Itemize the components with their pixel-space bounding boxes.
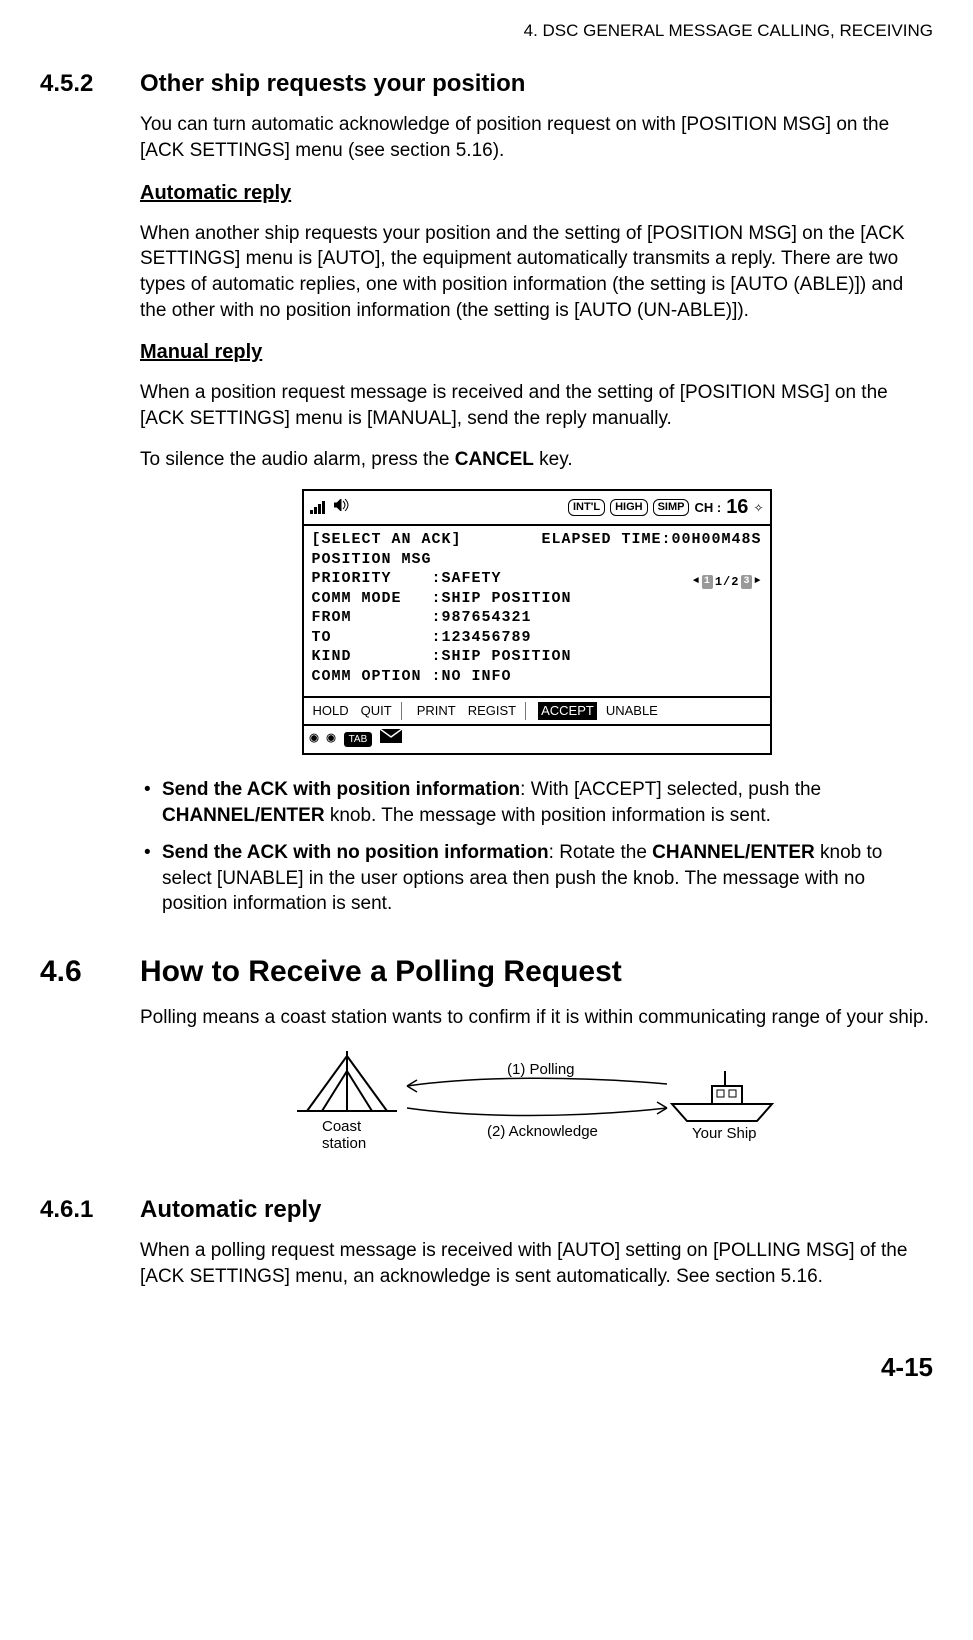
screen-menu: HOLD QUIT PRINT REGIST ACCEPT UNABLE: [304, 696, 770, 724]
menu-accept: ACCEPT: [538, 702, 597, 720]
high-pill: HIGH: [610, 499, 648, 516]
divider: [401, 702, 408, 720]
section-461-heading: 4.6.1 Automatic reply: [40, 1194, 933, 1226]
svg-text:(2) Acknowledge: (2) Acknowledge: [487, 1123, 598, 1140]
screen-status-bar: INT'L HIGH SIMP CH : 16 ✧: [304, 491, 770, 526]
menu-regist: REGIST: [465, 702, 519, 720]
section-num: 4.5.2: [40, 68, 140, 100]
circle-icon: ◉: [327, 729, 336, 749]
polling-diagram: Coast station Your Ship (1) Polling (2) …: [140, 1046, 933, 1164]
text: key.: [534, 449, 573, 470]
speaker-icon: [334, 497, 350, 517]
section-title: Automatic reply: [140, 1194, 321, 1226]
bold-lead: Send the ACK with position information: [162, 779, 520, 800]
auto-reply-polling-para: When a polling request message is receiv…: [140, 1238, 933, 1289]
channel-enter: CHANNEL/ENTER: [162, 805, 325, 826]
signal-icon: [310, 501, 325, 514]
bullet-item-1: Send the ACK with position information: …: [140, 777, 933, 828]
text: : With [ACCEPT] selected, push the: [520, 779, 821, 800]
section-title: How to Receive a Polling Request: [140, 952, 622, 993]
text: To silence the audio alarm, press the: [140, 449, 455, 470]
channel-enter: CHANNEL/ENTER: [652, 842, 815, 863]
tab-badge: TAB: [344, 732, 373, 748]
manual-reply-para-1: When a position request message is recei…: [140, 380, 933, 431]
page-indicator: ◄11/23►: [693, 574, 762, 590]
elapsed-time: ELAPSED TIME:00H00M48S: [541, 530, 761, 550]
coast-label: Coast: [322, 1118, 362, 1135]
envelope-icon: [380, 729, 402, 750]
bullet-list: Send the ACK with position information: …: [140, 777, 933, 917]
circle-icon: ◉: [310, 729, 319, 749]
bullet-item-2: Send the ACK with no position informatio…: [140, 840, 933, 917]
from-line: FROM :987654321: [312, 608, 762, 628]
section-num: 4.6.1: [40, 1194, 140, 1226]
svg-text:Your Ship: Your Ship: [692, 1125, 757, 1142]
text: : Rotate the: [549, 842, 653, 863]
select-ack-label: [SELECT AN ACK]: [312, 530, 462, 550]
section-num: 4.6: [40, 952, 140, 993]
page-header: 4. DSC GENERAL MESSAGE CALLING, RECEIVIN…: [40, 20, 933, 43]
menu-print: PRINT: [414, 702, 459, 720]
screen-body: [SELECT AN ACK] ELAPSED TIME:00H00M48S P…: [304, 526, 770, 696]
simp-pill: SIMP: [653, 499, 690, 516]
page-text: 1/2: [715, 574, 740, 590]
auto-reply-para: When another ship requests your position…: [140, 221, 933, 324]
to-line: TO :123456789: [312, 628, 762, 648]
page-number: 4-15: [40, 1350, 933, 1385]
section-title: Other ship requests your position: [140, 68, 525, 100]
svg-text:station: station: [322, 1135, 366, 1152]
auto-reply-heading: Automatic reply: [140, 180, 933, 207]
intl-pill: INT'L: [568, 499, 605, 516]
ch-number: 16: [726, 494, 748, 521]
position-msg-line: POSITION MSG: [312, 550, 762, 570]
bold-lead: Send the ACK with no position informatio…: [162, 842, 549, 863]
menu-quit: QUIT: [358, 702, 395, 720]
polling-intro-para: Polling means a coast station wants to c…: [140, 1005, 933, 1031]
device-screen: INT'L HIGH SIMP CH : 16 ✧ [SELECT AN ACK…: [302, 489, 772, 755]
menu-unable: UNABLE: [603, 702, 661, 720]
manual-reply-heading: Manual reply: [140, 339, 933, 366]
comm-option-line: COMM OPTION :NO INFO: [312, 667, 762, 687]
section-452-heading: 4.5.2 Other ship requests your position: [40, 68, 933, 100]
text: knob. The message with position informat…: [325, 805, 771, 826]
cancel-key: CANCEL: [455, 449, 534, 470]
manual-reply-para-2: To silence the audio alarm, press the CA…: [140, 447, 933, 473]
menu-hold: HOLD: [310, 702, 352, 720]
svg-text:(1) Polling: (1) Polling: [507, 1061, 575, 1078]
intro-para: You can turn automatic acknowledge of po…: [140, 112, 933, 163]
antenna-icon: ✧: [753, 500, 763, 516]
divider: [525, 702, 532, 720]
ch-label: CH :: [694, 499, 721, 517]
comm-mode-line: COMM MODE :SHIP POSITION: [312, 589, 762, 609]
section-46-heading: 4.6 How to Receive a Polling Request: [40, 952, 933, 993]
screen-bottom-bar: ◉ ◉ TAB: [304, 724, 770, 753]
kind-line: KIND :SHIP POSITION: [312, 647, 762, 667]
